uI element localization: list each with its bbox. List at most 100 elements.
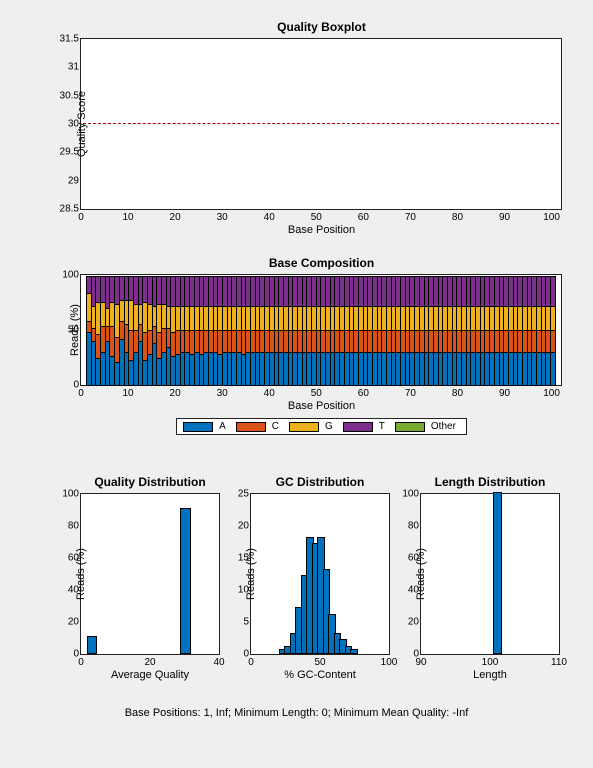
segment-C: [275, 331, 279, 353]
segment-G: [415, 307, 419, 331]
tick-label: 31.5: [53, 34, 79, 45]
stacked-bar: [87, 277, 91, 385]
segment-T: [396, 277, 400, 307]
segment-C: [495, 331, 499, 353]
stacked-bar: [148, 277, 152, 385]
segment-G: [190, 307, 194, 331]
stacked-bar: [471, 277, 475, 385]
segment-T: [462, 277, 466, 307]
tick-label: 100: [59, 489, 79, 500]
segment-T: [256, 277, 260, 307]
stacked-bar: [425, 277, 429, 385]
segment-T: [246, 277, 250, 307]
segment-C: [443, 331, 447, 353]
segment-A: [396, 353, 400, 385]
segment-T: [392, 277, 396, 307]
segment-C: [410, 331, 414, 353]
tick-label: 40: [213, 657, 224, 668]
segment-C: [335, 331, 339, 353]
stacked-bar: [289, 277, 293, 385]
stacked-bar: [181, 277, 185, 385]
segment-C: [106, 327, 110, 342]
segment-G: [101, 303, 105, 327]
segment-C: [214, 331, 218, 353]
segment-A: [92, 342, 96, 385]
tick-label: 0: [78, 657, 84, 668]
segment-C: [143, 333, 147, 361]
legend-label-A: A: [219, 421, 226, 432]
segment-T: [218, 277, 222, 307]
segment-G: [467, 307, 471, 331]
segment-A: [162, 353, 166, 385]
stacked-bar: [214, 277, 218, 385]
segment-A: [321, 353, 325, 385]
segment-G: [125, 301, 129, 325]
segment-T: [537, 277, 541, 307]
segment-T: [368, 277, 372, 307]
stacked-bar: [171, 277, 175, 385]
tick-label: 20: [399, 617, 419, 628]
segment-G: [162, 305, 166, 329]
segment-G: [134, 305, 138, 331]
segment-C: [434, 331, 438, 353]
segment-T: [382, 277, 386, 307]
segment-T: [260, 277, 264, 307]
segment-A: [471, 353, 475, 385]
tick-label: 10: [122, 388, 133, 399]
segment-G: [410, 307, 414, 331]
stacked-bar: [350, 277, 354, 385]
segment-A: [340, 353, 344, 385]
segment-T: [303, 277, 307, 307]
base-composition-panel: Base Composition Reads (%) 0102030405060…: [80, 256, 563, 435]
segment-G: [115, 305, 119, 337]
segment-G: [364, 307, 368, 331]
segment-G: [481, 307, 485, 331]
segment-T: [354, 277, 358, 307]
segment-G: [425, 307, 429, 331]
segment-C: [406, 331, 410, 353]
segment-C: [190, 331, 194, 355]
segment-C: [462, 331, 466, 353]
segment-T: [387, 277, 391, 307]
tick-label: 100: [381, 657, 398, 668]
segment-G: [439, 307, 443, 331]
segment-A: [410, 353, 414, 385]
segment-A: [289, 353, 293, 385]
tick-label: 110: [551, 657, 567, 668]
segment-C: [200, 331, 204, 355]
segment-A: [387, 353, 391, 385]
segment-T: [490, 277, 494, 307]
segment-A: [457, 353, 461, 385]
segment-C: [368, 331, 372, 353]
segment-A: [260, 353, 264, 385]
segment-T: [471, 277, 475, 307]
segment-C: [181, 331, 185, 353]
segment-A: [448, 353, 452, 385]
segment-C: [110, 327, 114, 357]
segment-G: [106, 309, 110, 326]
segment-C: [209, 331, 213, 353]
stacked-bar: [359, 277, 363, 385]
segment-C: [387, 331, 391, 353]
segment-C: [96, 335, 100, 359]
segment-A: [125, 353, 129, 385]
stacked-bar: [307, 277, 311, 385]
segment-C: [307, 331, 311, 353]
segment-G: [176, 307, 180, 331]
segment-A: [185, 353, 189, 385]
segment-C: [485, 331, 489, 353]
segment-G: [518, 307, 522, 331]
segment-T: [284, 277, 288, 307]
segment-G: [167, 307, 171, 329]
segment-T: [335, 277, 339, 307]
segment-A: [476, 353, 480, 385]
segment-C: [392, 331, 396, 353]
segment-A: [237, 353, 241, 385]
reference-line: [83, 123, 559, 124]
segment-A: [528, 353, 532, 385]
segment-G: [443, 307, 447, 331]
tick-label: 29: [53, 175, 79, 186]
segment-C: [500, 331, 504, 353]
segment-T: [214, 277, 218, 307]
tick-label: 60: [358, 388, 369, 399]
